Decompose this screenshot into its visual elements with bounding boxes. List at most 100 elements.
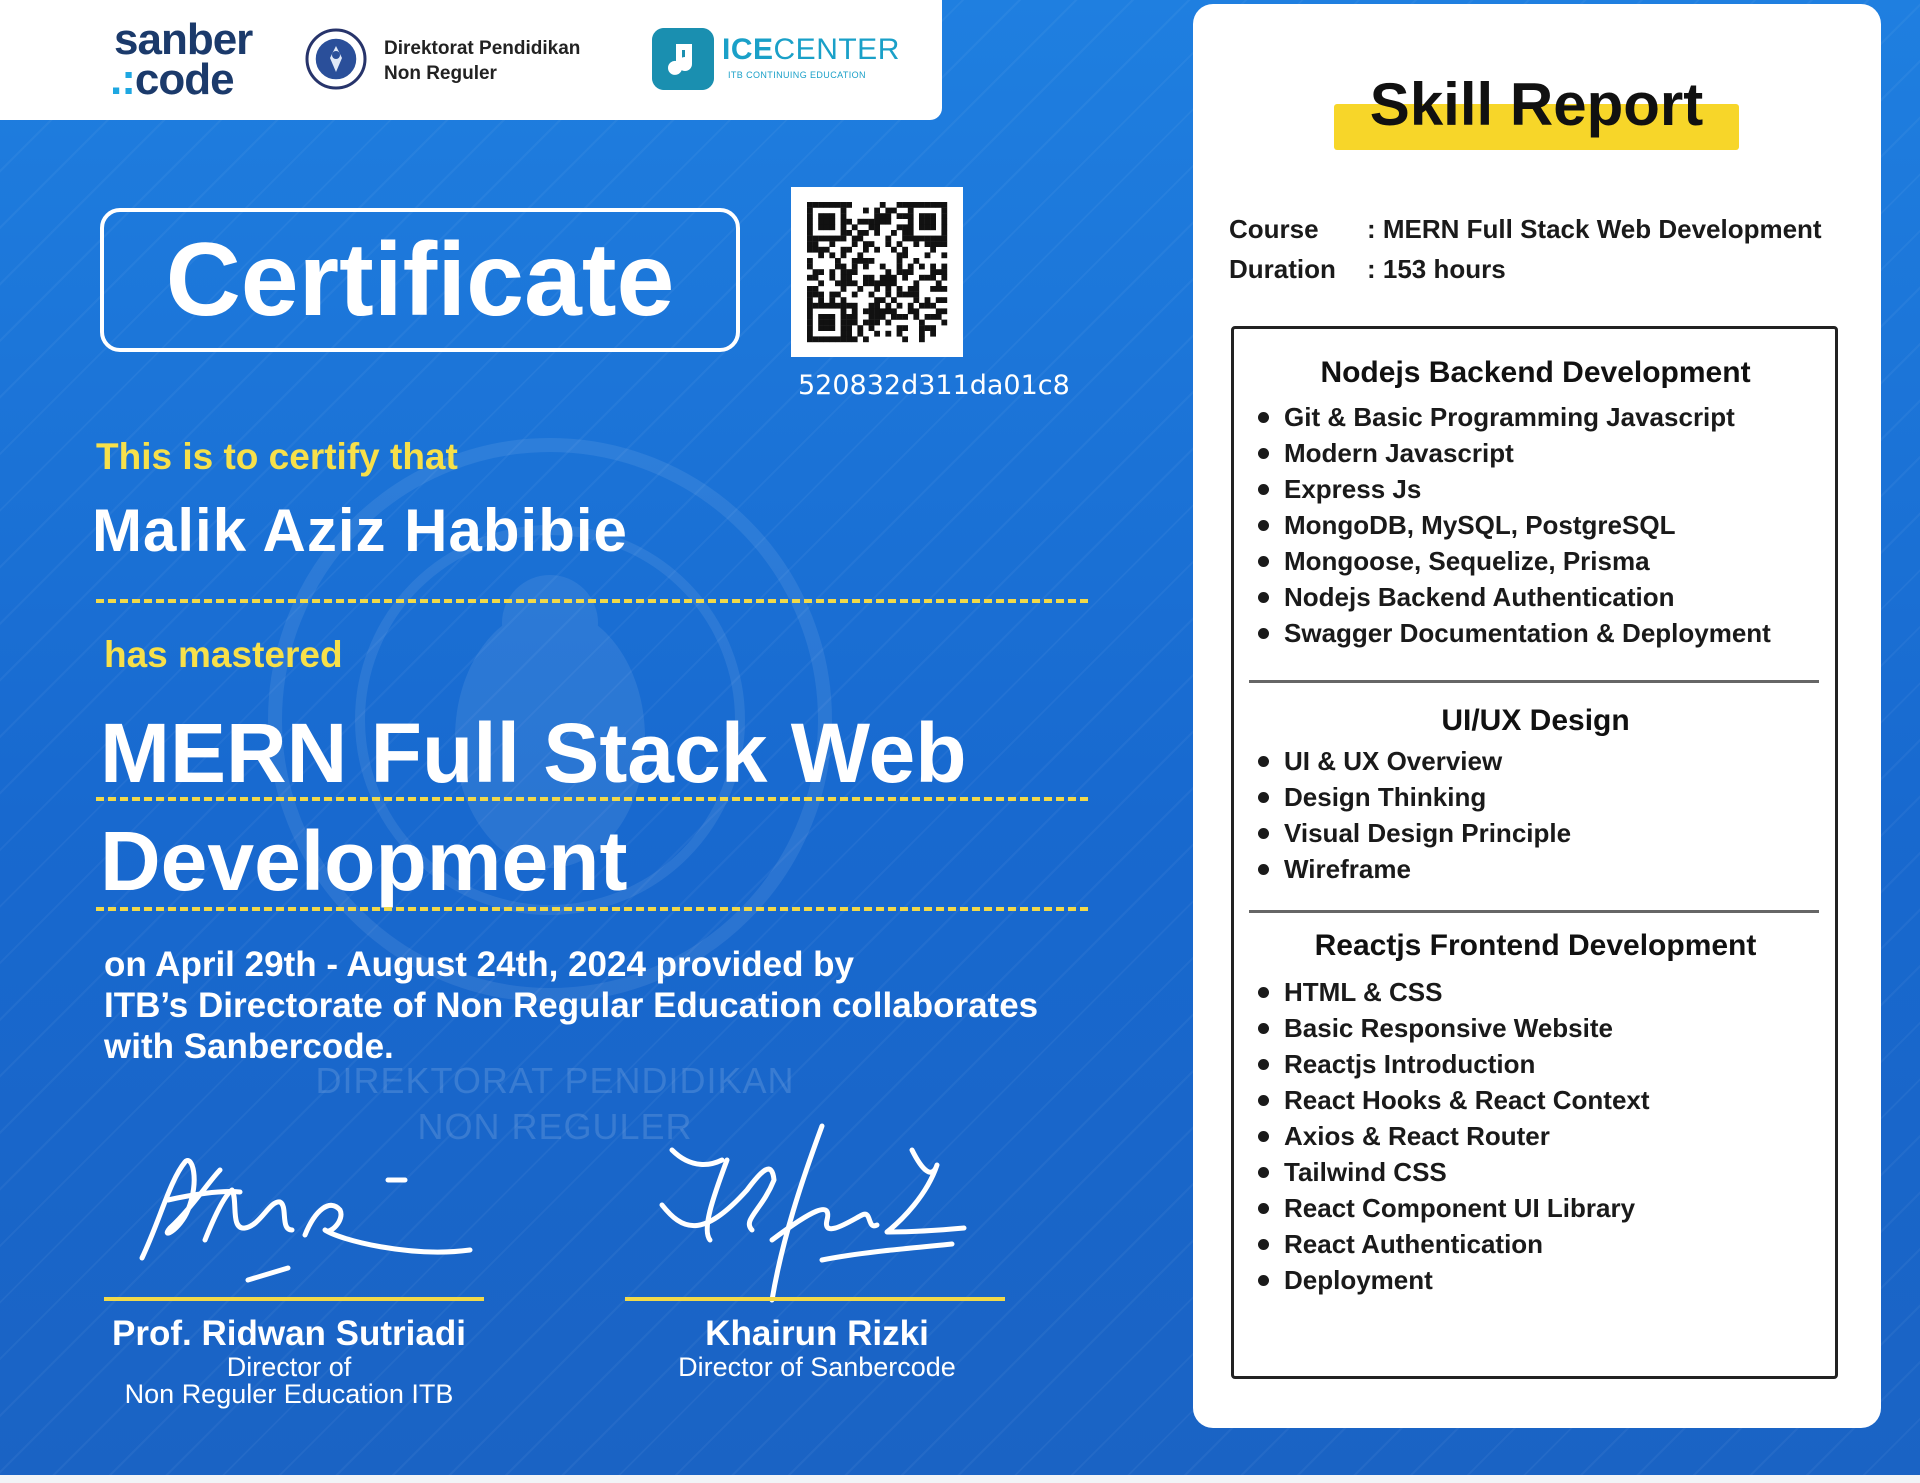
skill-item-label: Deployment bbox=[1284, 1265, 1433, 1295]
skill-item-label: Git & Basic Programming Javascript bbox=[1284, 402, 1735, 432]
course-title-line2: Development bbox=[100, 814, 628, 908]
course-row: Course : MERN Full Stack Web Development bbox=[1229, 209, 1822, 249]
ice-center-logo-icon bbox=[652, 28, 714, 90]
duration-label: Duration bbox=[1229, 254, 1336, 284]
sanbercode-logo: sanber .:code bbox=[110, 18, 270, 103]
duration-row: Duration : 153 hours bbox=[1229, 249, 1506, 289]
list-item: Design Thinking bbox=[1258, 779, 1571, 815]
recipient-name: Malik Aziz Habibie bbox=[92, 497, 628, 564]
list-item: MongoDB, MySQL, PostgreSQL bbox=[1258, 507, 1771, 543]
sanber-logo-dots: .: bbox=[110, 55, 136, 104]
skill-report-title: Skill Report bbox=[1369, 71, 1704, 138]
skill-item-label: Nodejs Backend Authentication bbox=[1284, 582, 1675, 612]
skill-item-label: Modern Javascript bbox=[1284, 438, 1514, 468]
signature-khairun-rizki bbox=[659, 1123, 967, 1303]
ice-center-title: ICECENTER bbox=[722, 34, 900, 66]
section-title-reactjs: Reactjs Frontend Development bbox=[1314, 929, 1757, 962]
section-divider bbox=[1249, 680, 1819, 683]
certificate-title: Certificate bbox=[165, 222, 675, 338]
bullet-icon bbox=[1258, 1131, 1269, 1142]
sanber-logo-line2: .:code bbox=[110, 55, 235, 104]
bullet-icon bbox=[1258, 792, 1269, 803]
ditpen-text: Direktorat Pendidikan Non Reguler bbox=[384, 36, 580, 86]
skill-item-label: Swagger Documentation & Deployment bbox=[1284, 618, 1771, 648]
skill-item-label: HTML & CSS bbox=[1284, 977, 1443, 1007]
skill-list-uiux: UI & UX Overview Design Thinking Visual … bbox=[1258, 743, 1571, 887]
bottom-strip bbox=[0, 1475, 1920, 1483]
list-item: Express Js bbox=[1258, 471, 1771, 507]
certificate-id: 520832d311da01c8 bbox=[798, 370, 1070, 401]
qr-code bbox=[791, 187, 963, 357]
bullet-icon bbox=[1258, 412, 1269, 423]
list-item: Basic Responsive Website bbox=[1258, 1010, 1650, 1046]
skill-item-label: Basic Responsive Website bbox=[1284, 1013, 1613, 1043]
sanber-logo-code: code bbox=[134, 55, 235, 104]
course-title-line1: MERN Full Stack Web bbox=[100, 706, 967, 800]
duration-value: : 153 hours bbox=[1367, 254, 1506, 284]
bullet-icon bbox=[1258, 556, 1269, 567]
ice-title-bold: ICE bbox=[722, 33, 774, 66]
course-label: Course bbox=[1229, 214, 1319, 244]
list-item: Visual Design Principle bbox=[1258, 815, 1571, 851]
dashed-divider bbox=[96, 907, 1088, 911]
skill-list-reactjs: HTML & CSS Basic Responsive Website Reac… bbox=[1258, 974, 1650, 1298]
list-item: Axios & React Router bbox=[1258, 1118, 1650, 1154]
signature-line bbox=[625, 1297, 1005, 1301]
signatory-role: Non Reguler Education ITB bbox=[124, 1379, 454, 1409]
skill-list-nodejs: Git & Basic Programming Javascript Moder… bbox=[1258, 399, 1771, 651]
dashed-divider bbox=[96, 797, 1088, 801]
certify-text: This is to certify that bbox=[96, 436, 458, 477]
description-line2: ITB’s Directorate of Non Regular Educati… bbox=[104, 986, 1039, 1025]
certificate-description: on April 29th - August 24th, 2024 provid… bbox=[104, 944, 1054, 1067]
signature-line bbox=[104, 1297, 484, 1301]
bullet-icon bbox=[1258, 828, 1269, 839]
skill-item-label: Tailwind CSS bbox=[1284, 1157, 1447, 1187]
section-title-nodejs: Nodejs Backend Development bbox=[1320, 356, 1751, 389]
ditpen-line1: Direktorat Pendidikan bbox=[384, 38, 581, 59]
bullet-icon bbox=[1258, 520, 1269, 531]
skill-item-label: Wireframe bbox=[1284, 854, 1411, 884]
course-value: : MERN Full Stack Web Development bbox=[1367, 214, 1822, 244]
signatory-1: Prof. Ridwan Sutriadi Director of Non Re… bbox=[84, 1314, 494, 1408]
skill-item-label: Reactjs Introduction bbox=[1284, 1049, 1536, 1079]
ice-title-rest: CENTER bbox=[773, 33, 900, 66]
bullet-icon bbox=[1258, 484, 1269, 495]
list-item: Tailwind CSS bbox=[1258, 1154, 1650, 1190]
bullet-icon bbox=[1258, 756, 1269, 767]
list-item: React Component UI Library bbox=[1258, 1190, 1650, 1226]
bullet-icon bbox=[1258, 1275, 1269, 1286]
signatory-role: Director of Sanbercode bbox=[678, 1352, 956, 1382]
bullet-icon bbox=[1258, 864, 1269, 875]
signature-ridwan-sutriadi bbox=[139, 1158, 473, 1283]
signatory-name: Khairun Rizki bbox=[705, 1314, 929, 1353]
bullet-icon bbox=[1258, 448, 1269, 459]
list-item: Nodejs Backend Authentication bbox=[1258, 579, 1771, 615]
section-divider bbox=[1249, 910, 1819, 913]
bullet-icon bbox=[1258, 987, 1269, 998]
list-item: Modern Javascript bbox=[1258, 435, 1771, 471]
list-item: HTML & CSS bbox=[1258, 974, 1650, 1010]
itb-seal-icon bbox=[305, 28, 367, 90]
list-item: Swagger Documentation & Deployment bbox=[1258, 615, 1771, 651]
skill-item-label: React Component UI Library bbox=[1284, 1193, 1636, 1223]
list-item: Deployment bbox=[1258, 1262, 1650, 1298]
skill-item-label: UI & UX Overview bbox=[1284, 746, 1503, 776]
list-item: Git & Basic Programming Javascript bbox=[1258, 399, 1771, 435]
signatory-2: Khairun Rizki Director of Sanbercode bbox=[612, 1314, 1022, 1381]
signatory-name: Prof. Ridwan Sutriadi bbox=[112, 1314, 466, 1353]
bullet-icon bbox=[1258, 1095, 1269, 1106]
section-title-uiux: UI/UX Design bbox=[1441, 704, 1630, 737]
bullet-icon bbox=[1258, 628, 1269, 639]
bullet-icon bbox=[1258, 592, 1269, 603]
bullet-icon bbox=[1258, 1239, 1269, 1250]
ditpen-line2: Non Reguler bbox=[384, 63, 497, 84]
bullet-icon bbox=[1258, 1167, 1269, 1178]
bullet-icon bbox=[1258, 1023, 1269, 1034]
bullet-icon bbox=[1258, 1059, 1269, 1070]
list-item: UI & UX Overview bbox=[1258, 743, 1571, 779]
mastered-text: has mastered bbox=[104, 634, 343, 675]
skill-item-label: Axios & React Router bbox=[1284, 1121, 1550, 1151]
qr-code-icon bbox=[807, 202, 948, 343]
skill-item-label: React Authentication bbox=[1284, 1229, 1544, 1259]
skill-item-label: Mongoose, Sequelize, Prisma bbox=[1284, 546, 1650, 576]
